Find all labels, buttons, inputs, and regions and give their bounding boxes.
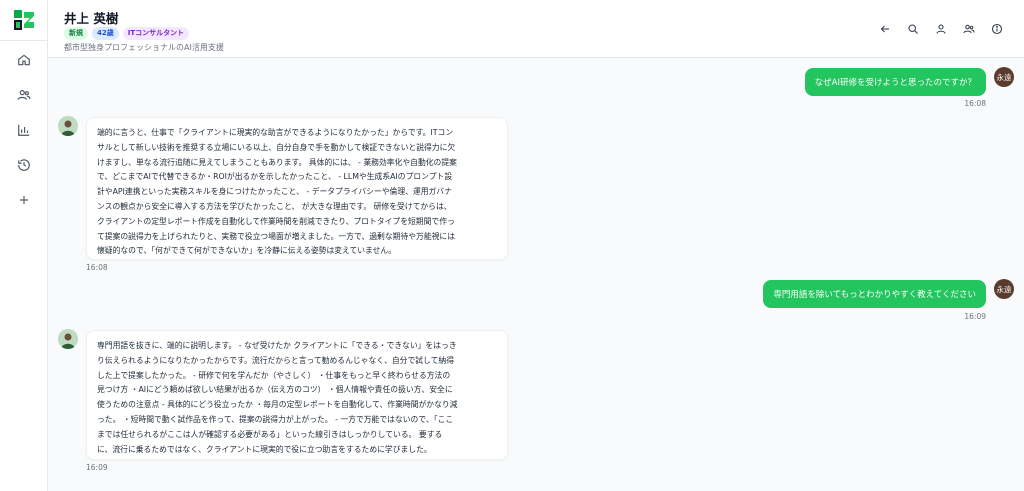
back-arrow-icon[interactable]	[878, 22, 892, 36]
plus-icon[interactable]	[16, 192, 32, 208]
chat-header: 井上 英樹 新規 42歳 ITコンサルタント 都市型独身プロフェッショナルのAI…	[48, 0, 1024, 58]
app-logo[interactable]	[12, 8, 36, 32]
group-icon[interactable]	[962, 22, 976, 36]
contact-name: 井上 英樹	[64, 11, 119, 26]
contact-subtitle: 都市型独身プロフェッショナルのAI活用支援	[64, 43, 224, 52]
ai-message-line: で、どこまでAIで代替できるか・ROIが出るかを示したかったこと、 - LLMや…	[97, 172, 453, 182]
search-icon[interactable]	[906, 22, 920, 36]
history-icon[interactable]	[16, 157, 32, 173]
ai-message-bubble: 端的に言うと、仕事で「クライアントに現実的な助言ができるようになりたかった」から…	[86, 117, 508, 260]
ai-message-line: けますし、単なる流行追随に見えてしまうこともあります。 具体的には、 - 業務効…	[97, 157, 457, 167]
header-actions	[878, 22, 1004, 36]
ai-message-line: サルとして新しい技術を推奨する立場にいる以上、自分自身で手を動かして検証できない…	[97, 142, 456, 152]
home-icon[interactable]	[16, 52, 32, 68]
ai-message-line: した上で提案したかった。 - 研修で何を学んだか（やさしく） ・仕事をもっと早く…	[97, 370, 451, 380]
ai-message-line: ンスの観点から安全に導入する方法を学びたかったこと、 が大きな理由です。 研修を…	[97, 201, 452, 211]
ai-message-bubble: 専門用語を抜きに、端的に説明します。 - なぜ受けたか クライアントに「できる・…	[86, 330, 508, 460]
users-icon[interactable]	[16, 87, 32, 103]
ai-message-line: り伝えられるようになりたかったからです。流行だからと言って勧めるんじゃなく、自分…	[97, 355, 455, 365]
ai-message-line: までは任せられるがここは人が確認する必要がある」といった線引きはしっかりしている…	[97, 429, 443, 439]
ai-message-line: った。 ・短時間で動く試作品を作って、提案の説得力が上がった。 - 一方で万能で…	[97, 414, 454, 424]
user-message-text: 専門用語を除いてもっとわかりやすく教えてください	[773, 290, 976, 300]
ai-avatar	[58, 116, 78, 136]
ai-message-line: 端的に言うと、仕事で「クライアントに現実的な助言ができるようになりたかった」から…	[97, 128, 454, 137]
message-time: 16:08	[964, 99, 986, 108]
tag-status: 新規	[64, 27, 88, 40]
tag-occupation: ITコンサルタント	[122, 27, 190, 40]
ai-message-line: クライアントの定型レポート作成を自動化して作業時間を削減できたり、プロトタイプを…	[97, 216, 455, 226]
user-avatar: 永遠	[994, 279, 1014, 299]
chart-icon[interactable]	[16, 122, 32, 138]
ai-message-line: 見つけ方 ・AIにどう頼めば欲しい結果が出るか（伝え方のコツ） ・個人情報や責任…	[97, 385, 453, 395]
ai-avatar	[58, 329, 78, 349]
ai-message-line: 計やAPI連携といった実務スキルを身につけたかったこと、 - データプライバシー…	[97, 187, 452, 197]
ai-message-line: 懐疑的なので、「何ができて何ができないか」を冷静に伝える姿勢は変えていません。	[97, 246, 397, 256]
user-message-bubble: 専門用語を除いてもっとわかりやすく教えてください	[763, 280, 986, 308]
ai-message-line: に、流行に乗るためではなく、クライアントに現実的で役に立つ助言をするために学びま…	[97, 444, 432, 454]
ai-message-line: て提案の説得力を上げられたりと、実務で役立つ場面が増えました。一方で、過剰な期待…	[97, 231, 456, 241]
user-avatar: 永遠	[994, 67, 1014, 87]
sidebar	[0, 0, 48, 491]
message-time: 16:08	[86, 263, 108, 272]
ai-message-line: 使うための注意点 - 具体的にどう役立ったか ・毎月の定型レポートを自動化して、…	[97, 400, 458, 410]
sidebar-divider	[0, 40, 48, 41]
chat-messages[interactable]: なぜAI研修を受けようと思ったのですか？ 永遠 16:08 端的に言うと、仕事で…	[48, 58, 1024, 491]
tag-age: 42歳	[92, 27, 119, 40]
ai-message-line: 専門用語を抜きに、端的に説明します。 - なぜ受けたか クライアントに「できる・…	[97, 341, 457, 350]
user-icon[interactable]	[934, 22, 948, 36]
message-time: 16:09	[964, 312, 986, 321]
user-message-bubble: なぜAI研修を受けようと思ったのですか？	[804, 68, 986, 96]
message-time: 16:09	[86, 463, 108, 472]
user-message-text: なぜAI研修を受けようと思ったのですか？	[814, 78, 976, 88]
contact-tags: 新規 42歳 ITコンサルタント	[64, 27, 190, 40]
info-icon[interactable]	[990, 22, 1004, 36]
